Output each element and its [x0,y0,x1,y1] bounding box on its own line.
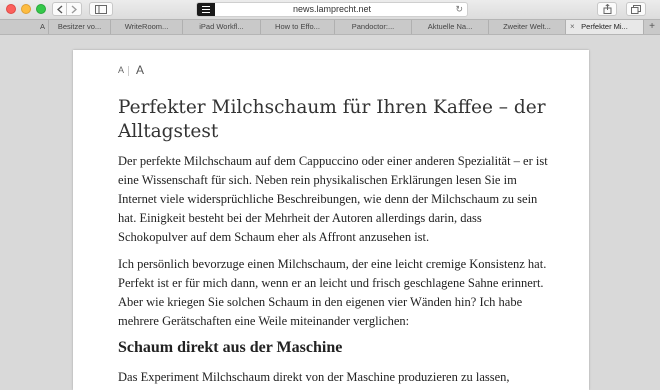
sidebar-toggle-button[interactable] [89,2,113,16]
close-window-button[interactable] [6,4,16,14]
share-icon [603,4,611,14]
tab-item[interactable]: iPad Workfl... [183,20,261,34]
tab-item-active[interactable]: × Perfekter Mi... [566,20,644,34]
reader-page: A A Perfekter Milchschaum für Ihren Kaff… [73,50,589,390]
close-tab-icon[interactable]: × [570,20,575,34]
font-size-increase-button[interactable]: A [136,63,144,77]
tab-label: Zweiter Welt... [503,22,551,31]
font-size-divider [128,66,129,76]
tab-label: Perfekter Mi... [581,22,628,31]
tab-item[interactable]: WriteRoom... [111,20,183,34]
forward-button[interactable] [67,2,82,16]
zoom-window-button[interactable] [36,4,46,14]
chevron-left-icon [56,5,62,13]
share-button[interactable] [597,2,617,16]
tab-item[interactable]: A [0,20,49,34]
tab-label: How to Effo... [275,22,320,31]
tab-item[interactable]: Zweiter Welt... [489,20,566,34]
article-title: Perfekter Milchschaum für Ihren Kaffee –… [118,97,546,142]
tab-overview-icon [631,4,641,14]
tab-item[interactable]: Pandoctor:... [335,20,412,34]
tab-label: WriteRoom... [124,22,169,31]
tab-label: Pandoctor:... [351,22,395,31]
tab-label: Besitzer vo... [57,22,102,31]
tab-overview-button[interactable] [626,2,646,16]
back-button[interactable] [52,2,67,16]
tab-bar: A Besitzer vo... WriteRoom... iPad Workf… [0,19,660,35]
font-size-decrease-button[interactable]: A [118,65,124,75]
tab-label: A [39,22,45,31]
article-paragraph: Der perfekte Milchschaum auf dem Cappucc… [118,154,548,244]
address-bar[interactable]: news.lamprecht.net ↻ [196,2,468,17]
tab-item[interactable]: How to Effo... [261,20,335,34]
chevron-right-icon [71,5,77,13]
new-tab-button[interactable]: + [644,20,660,34]
tab-label: Aktuelle Na... [427,22,473,31]
reload-icon[interactable]: ↻ [455,3,463,16]
article-paragraph: Das Experiment Milchschaum direkt von de… [118,370,510,384]
browser-toolbar: news.lamprecht.net ↻ [0,0,660,19]
minimize-window-button[interactable] [21,4,31,14]
tab-label: iPad Workfl... [199,22,244,31]
sidebar-icon [95,4,107,14]
article-subheading: Schaum direkt aus der Maschine [118,339,343,356]
tab-item[interactable]: Besitzer vo... [49,20,111,34]
url-text: news.lamprecht.net [292,4,372,14]
tab-item[interactable]: Aktuelle Na... [412,20,489,34]
article-paragraph: Ich persönlich bevorzuge einen Milchscha… [118,257,547,328]
